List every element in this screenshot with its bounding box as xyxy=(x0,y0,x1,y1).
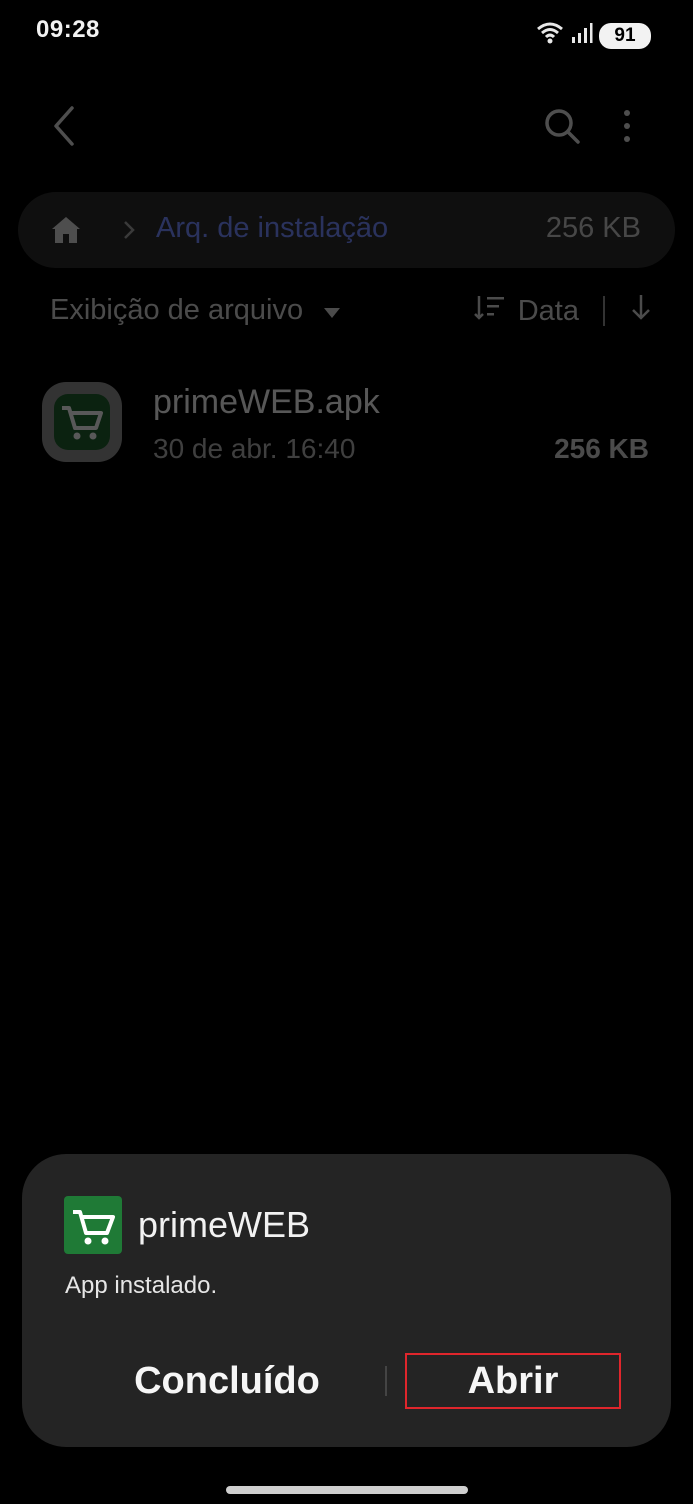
home-icon[interactable] xyxy=(50,215,82,245)
search-icon[interactable] xyxy=(540,104,584,148)
done-button[interactable]: Concluído xyxy=(122,1354,332,1408)
breadcrumb-path[interactable]: Arq. de instalação xyxy=(156,212,388,245)
file-size: 256 KB xyxy=(554,433,649,464)
file-date: 30 de abr. 16:40 xyxy=(153,433,356,464)
status-time: 09:28 xyxy=(36,16,100,43)
install-complete-dialog: primeWEB App instalado. Concluído Abrir xyxy=(22,1154,671,1447)
file-name[interactable]: primeWEB.apk xyxy=(153,383,380,422)
view-mode-label: Exibição de arquivo xyxy=(50,294,304,326)
signal-icon xyxy=(571,22,593,49)
button-divider xyxy=(385,1366,387,1396)
install-status: App instalado. xyxy=(65,1272,218,1299)
sort-icon[interactable] xyxy=(473,293,506,329)
battery-icon: 91 xyxy=(599,22,651,49)
sort-controls: Data xyxy=(473,292,653,330)
dropdown-arrow-icon xyxy=(323,294,341,327)
cart-icon xyxy=(40,380,124,464)
folder-size: 256 KB xyxy=(545,212,641,244)
open-button[interactable]: Abrir xyxy=(405,1353,621,1409)
more-options-icon[interactable] xyxy=(612,104,642,148)
app-icon xyxy=(64,1196,122,1254)
dialog-app-name: primeWEB xyxy=(138,1204,311,1245)
sort-label[interactable]: Data xyxy=(518,295,579,328)
sort-direction-icon[interactable] xyxy=(629,292,653,330)
home-indicator[interactable] xyxy=(226,1486,468,1494)
breadcrumb: Arq. de instalação 256 KB xyxy=(18,192,675,268)
wifi-icon xyxy=(535,20,565,51)
chevron-right-icon xyxy=(122,218,136,242)
battery-level: 91 xyxy=(614,24,636,46)
view-mode-dropdown[interactable]: Exibição de arquivo xyxy=(50,294,341,327)
back-icon[interactable] xyxy=(44,100,84,152)
status-icons: 91 xyxy=(535,20,651,51)
sort-divider xyxy=(603,296,605,326)
